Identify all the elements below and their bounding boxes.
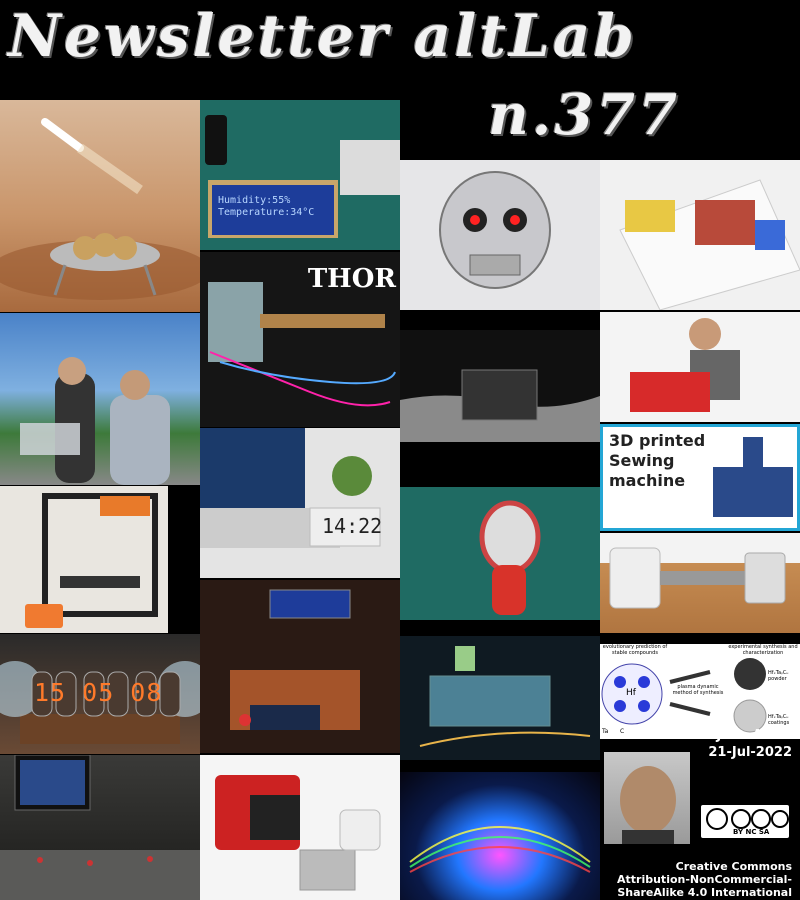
publish-date: 21-Jul-2022 xyxy=(708,745,792,760)
chem-label-2: experimental synthesis and characterizat… xyxy=(728,644,798,656)
issue-number: n.377 xyxy=(488,82,681,148)
sewing-machine-photo: 3D printed Sewing machine xyxy=(600,424,800,531)
electronics-board-photo xyxy=(600,160,800,310)
author-avatar xyxy=(604,752,690,844)
mars-lander-photo xyxy=(0,100,200,312)
cc-badge-text: BY NC SA xyxy=(733,828,770,836)
thor-logo: THOR xyxy=(307,264,396,294)
sewing-caption: 3D printed Sewing machine xyxy=(609,431,706,490)
led-clock-digits: 14:22 xyxy=(322,514,383,538)
red-3d-printed-machine-photo xyxy=(600,312,800,422)
chem-label-4: HfₓTaᵧCᵤ powder xyxy=(768,670,789,682)
pcb-fan-photo xyxy=(400,487,600,620)
colorful-energy-art xyxy=(400,772,600,900)
lcd-sensor-breadboard-photo: Humidity:55% Temperature:34°C xyxy=(200,100,400,250)
thor-device-photo: THOR xyxy=(200,252,400,427)
lcd-readout: Humidity:55% Temperature:34°C xyxy=(218,195,315,218)
laser-lab-photo xyxy=(0,755,200,900)
microfluidic-chip-photo xyxy=(400,636,600,760)
nixie-digits: 15 05 08 xyxy=(34,678,163,707)
3d-printer-photo xyxy=(0,486,168,633)
nixie-clock-photo: 15 05 08 xyxy=(0,634,200,754)
chem-label-5: HfₓTaᵧCᵤ coatings xyxy=(768,714,790,726)
laptop-clock-photo: 14:22 xyxy=(200,428,400,578)
chem-label-3: plasma dynamic method of synthesis xyxy=(672,684,724,696)
lunar-rover-photo xyxy=(400,330,600,442)
license-text: Creative Commons Attribution-NonCommerci… xyxy=(617,860,792,899)
chem-ta: Ta xyxy=(602,728,609,735)
terminator-skull-photo xyxy=(400,160,600,310)
chem-c: C xyxy=(620,728,625,735)
newsletter-title: Newsletter altLab xyxy=(8,2,637,70)
author-credit: João Alves 21-Jul-2022 xyxy=(700,727,792,761)
materials-chemistry-diagram: evolutionary prediction of stable compou… xyxy=(600,644,800,739)
lathe-chuck-photo xyxy=(600,533,800,633)
author-name: João Alves xyxy=(716,728,792,743)
cc-license-badge: BY NC SA xyxy=(700,804,790,839)
chem-hf: Hf xyxy=(626,688,636,698)
camera-prototype-photo xyxy=(200,755,400,900)
chem-label-1: evolutionary prediction of stable compou… xyxy=(602,644,668,656)
researchers-photo xyxy=(0,313,200,485)
helping-hands-lcd-photo xyxy=(200,580,400,753)
